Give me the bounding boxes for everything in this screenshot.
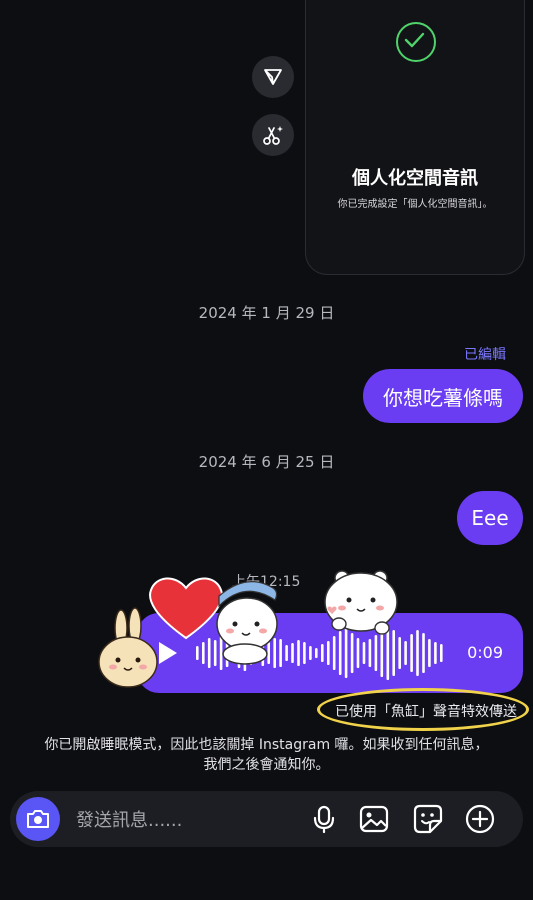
sleep-note-line: 我們之後會通知你。 (203, 757, 330, 773)
waveform-bar (434, 642, 437, 664)
card-subtitle: 你已完成設定「個人化空間音訊」。 (337, 199, 493, 210)
sticker-icon[interactable] (412, 803, 444, 835)
send-icon (264, 69, 282, 85)
chiikawa-sticker (216, 581, 278, 665)
camera-icon (27, 810, 49, 828)
voice-duration: 0:09 (467, 643, 503, 662)
message-composer (10, 791, 523, 847)
scissors-sparkle-icon (263, 126, 283, 145)
message-bubble[interactable]: 你想吃薯條嗎 (363, 369, 523, 423)
plus-icon[interactable] (464, 803, 496, 835)
microphone-icon[interactable] (308, 803, 340, 835)
waveform-bar (422, 633, 425, 673)
spatial-audio-card: 個人化空間音訊 你已完成設定「個人化空間音訊」。 (305, 0, 525, 275)
waveform-bar (416, 630, 419, 676)
check-icon (396, 22, 436, 62)
sticker-overlay (98, 570, 398, 688)
bear-sticker (324, 570, 398, 635)
cut-effects-button[interactable] (252, 114, 294, 156)
sleep-mode-notice: 你已開啟睡眠模式，因此也該關掉 Instagram 囉。如果收到任何訊息， 我們… (10, 735, 523, 775)
waveform-bar (428, 639, 431, 667)
share-button[interactable] (252, 56, 294, 98)
rabbit-sticker (98, 607, 158, 688)
gallery-icon[interactable] (358, 803, 390, 835)
sleep-note-line: 你已開啟睡眠模式，因此也該關掉 Instagram 囉。如果收到任何訊息， (44, 737, 489, 753)
date-divider: 2024 年 1 月 29 日 (198, 304, 335, 322)
card-title: 個人化空間音訊 (352, 168, 478, 189)
heart-sticker (149, 577, 223, 640)
message-input[interactable] (74, 804, 298, 836)
camera-button[interactable] (16, 797, 60, 841)
message-bubble[interactable]: Eee (457, 491, 523, 545)
waveform-bar (440, 644, 443, 662)
waveform-bar (410, 634, 413, 672)
date-divider: 2024 年 6 月 25 日 (198, 453, 335, 471)
sound-effect-note: 已使用「魚缸」聲音特效傳送 (335, 704, 517, 720)
edited-label: 已編輯 (464, 347, 506, 363)
